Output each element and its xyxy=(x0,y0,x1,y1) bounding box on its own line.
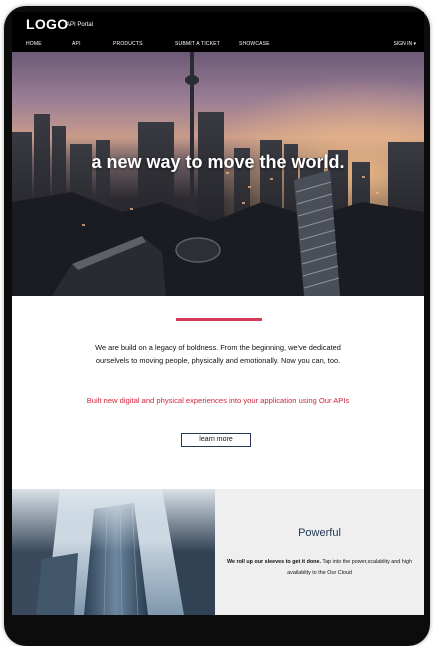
hero-banner: a new way to move the world. xyxy=(12,52,424,296)
intro-highlight-text: Built new digital and physical experienc… xyxy=(86,396,350,405)
section-divider xyxy=(176,318,262,321)
feature-bold-text: We roll up our sleeves to get it done. xyxy=(227,559,321,565)
device-frame: LOGO API Portal HOME API PRODUCTS SUBMIT… xyxy=(0,0,434,646)
nav-showcase[interactable]: SHOWCASE xyxy=(239,41,270,47)
nav-products[interactable]: PRODUCTS xyxy=(113,41,143,47)
skyscraper-image xyxy=(12,489,215,615)
screen: LOGO API Portal HOME API PRODUCTS SUBMIT… xyxy=(12,12,424,615)
feature-panel: Powerful We roll up our sleeves to get i… xyxy=(215,489,424,615)
logo[interactable]: LOGO xyxy=(26,16,68,32)
feature-description: We roll up our sleeves to get it done. T… xyxy=(227,557,412,579)
nav-api[interactable]: API xyxy=(72,41,81,47)
city-skyline-image xyxy=(12,52,424,296)
sign-in-menu[interactable]: SIGN IN ▾ xyxy=(393,41,416,47)
portal-label: API Portal xyxy=(66,22,94,28)
feature-title: Powerful xyxy=(298,527,341,539)
hero-title: a new way to move the world. xyxy=(91,152,345,172)
sign-in-label: SIGN IN xyxy=(393,41,413,47)
top-navigation: LOGO API Portal HOME API PRODUCTS SUBMIT… xyxy=(12,12,424,52)
nav-home[interactable]: HOME xyxy=(26,41,42,47)
intro-text: We are build on a legacy of boldness. Fr… xyxy=(95,343,341,365)
nav-submit-ticket[interactable]: SUBMIT A TICKET xyxy=(175,41,220,47)
learn-more-button[interactable]: learn more xyxy=(181,433,251,447)
chevron-down-icon: ▾ xyxy=(413,41,416,47)
